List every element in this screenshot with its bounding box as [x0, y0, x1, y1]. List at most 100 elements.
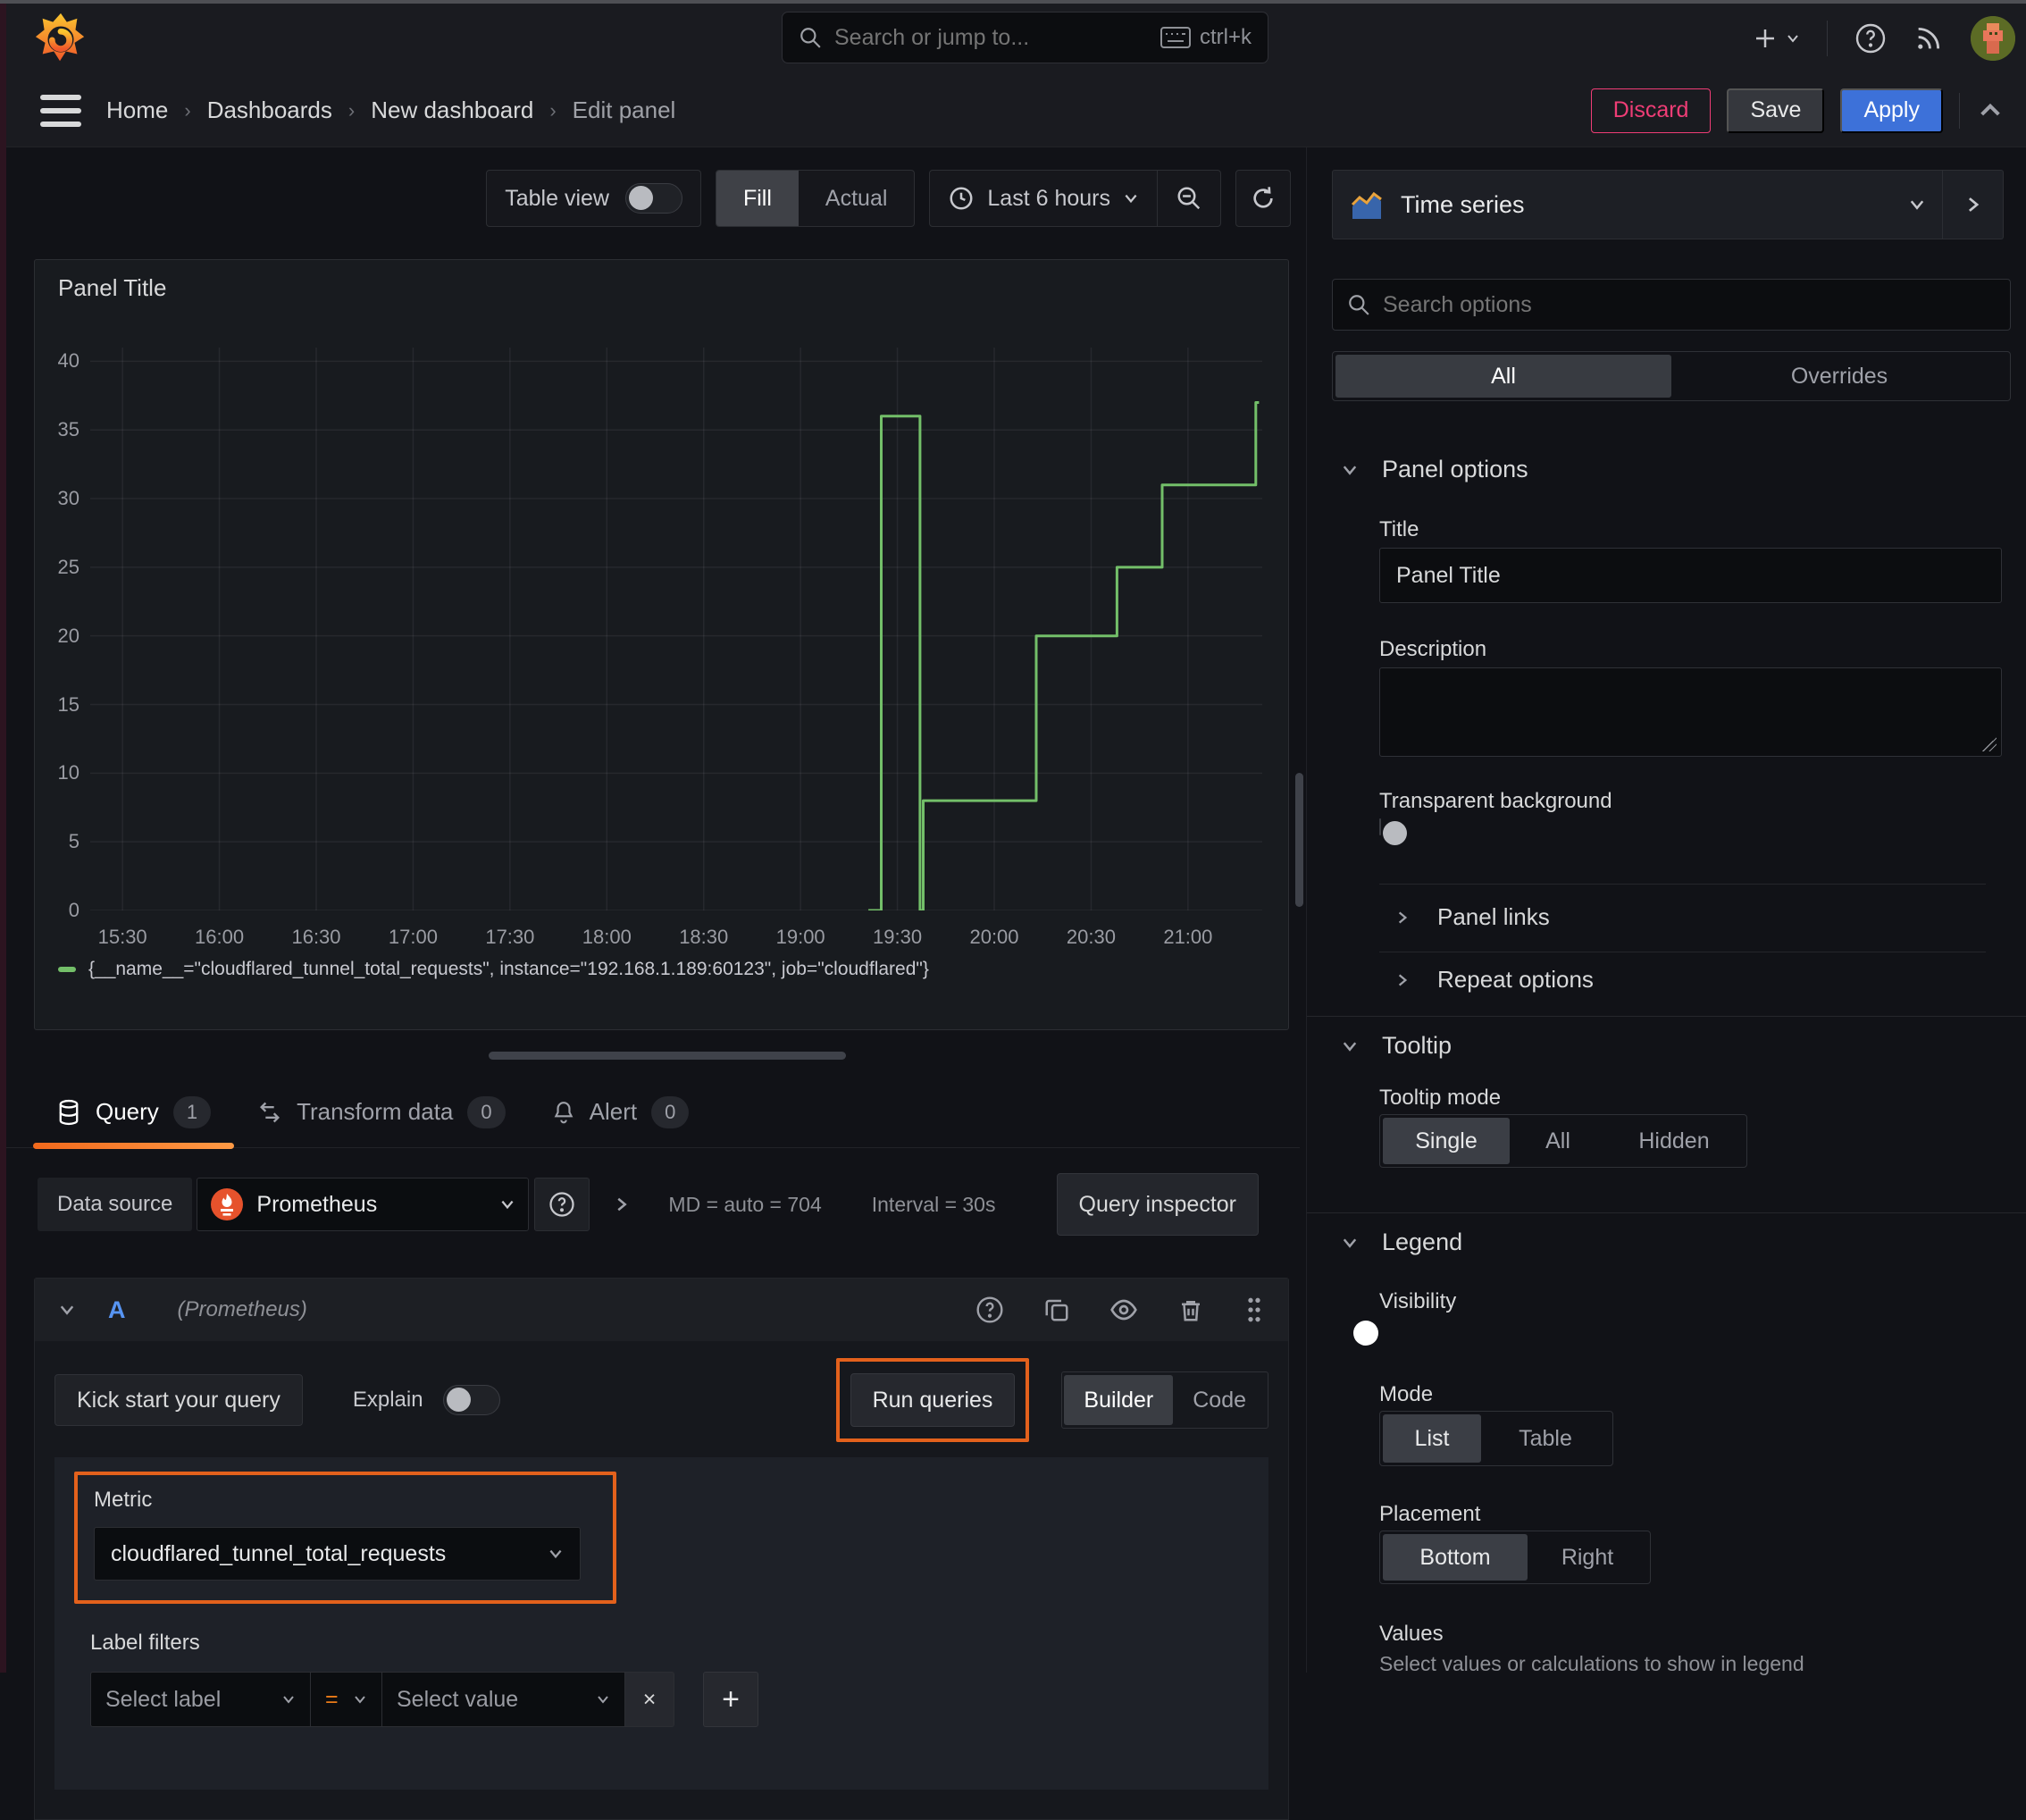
placement-bottom-option[interactable]: Bottom [1383, 1534, 1528, 1581]
select-label-placeholder: Select label [105, 1686, 222, 1712]
builder-option[interactable]: Builder [1064, 1375, 1174, 1425]
description-textarea[interactable] [1379, 667, 2002, 757]
title-field-label: Title [1379, 517, 1419, 541]
explain-toggle[interactable] [442, 1385, 500, 1415]
tab-alert[interactable]: Alert 0 [529, 1077, 713, 1148]
tab-query-label: Query [96, 1098, 159, 1125]
save-button[interactable]: Save [1727, 88, 1825, 133]
metric-label: Metric [94, 1488, 153, 1512]
expand-options-icon[interactable] [613, 1195, 631, 1213]
breadcrumb-home[interactable]: Home [106, 96, 168, 124]
tooltip-mode-label: Tooltip mode [1379, 1086, 1502, 1110]
vertical-scrollbar[interactable] [1295, 773, 1303, 907]
discard-button[interactable]: Discard [1590, 88, 1712, 133]
code-option[interactable]: Code [1173, 1375, 1266, 1425]
remove-filter-button[interactable]: × [625, 1672, 674, 1727]
tab-overrides[interactable]: Overrides [1671, 355, 2007, 398]
table-view-control: Table view [486, 170, 701, 227]
tooltip-hidden-option[interactable]: Hidden [1606, 1118, 1742, 1164]
query-ref-id: A [108, 1296, 126, 1323]
collapse-options-icon[interactable] [1976, 96, 2005, 125]
resize-handle-icon[interactable] [1982, 737, 1997, 751]
chevron-right-icon [1968, 197, 1979, 212]
global-search[interactable]: ctrl+k [782, 12, 1268, 63]
options-search[interactable] [1332, 279, 2011, 331]
chevron-down-icon [1343, 1237, 1357, 1248]
drag-handle-icon[interactable] [1243, 1296, 1265, 1324]
fill-option[interactable]: Fill [716, 171, 799, 226]
delete-query-icon[interactable] [1177, 1296, 1204, 1323]
run-queries-button[interactable]: Run queries [850, 1373, 1016, 1427]
panel-title-input[interactable] [1379, 548, 2002, 603]
metric-picker[interactable]: cloudflared_tunnel_total_requests [94, 1527, 581, 1581]
x-axis-tick: 16:30 [291, 926, 341, 948]
y-axis-tick: 0 [68, 899, 80, 921]
repeat-options-section[interactable]: Repeat options [1394, 966, 1594, 994]
chevron-down-icon [1125, 194, 1137, 204]
add-new-button[interactable] [1752, 25, 1800, 52]
window-left-edge [0, 4, 6, 1673]
query-inspector-button[interactable]: Query inspector [1056, 1173, 1259, 1236]
panel-links-section[interactable]: Panel links [1394, 903, 1550, 931]
breadcrumb-dashboards[interactable]: Dashboards [207, 96, 332, 124]
placement-right-option[interactable]: Right [1528, 1534, 1647, 1581]
breadcrumb-edit-panel: Edit panel [572, 96, 676, 123]
horizontal-scrollbar[interactable] [489, 1052, 846, 1060]
tooltip-single-option[interactable]: Single [1383, 1118, 1510, 1164]
tooltip-mode-switch: Single All Hidden [1379, 1114, 1747, 1168]
x-axis-tick: 16:00 [195, 926, 245, 948]
transparent-bg-toggle[interactable] [1379, 818, 1407, 845]
query-count-badge: 1 [172, 1095, 212, 1128]
options-search-input[interactable] [1383, 291, 1996, 318]
add-filter-button[interactable]: + [703, 1672, 758, 1727]
select-value-placeholder: Select value [397, 1686, 519, 1712]
description-field-label: Description [1379, 637, 1487, 661]
mode-list-option[interactable]: List [1383, 1414, 1481, 1463]
time-series-chart[interactable] [90, 348, 1262, 910]
series-line [868, 401, 1260, 910]
refresh-button[interactable] [1235, 170, 1291, 227]
duplicate-query-icon[interactable] [1043, 1296, 1070, 1323]
legend-section[interactable]: Legend [1341, 1229, 1462, 1256]
mode-table-option[interactable]: Table [1481, 1414, 1610, 1463]
tooltip-all-option[interactable]: All [1510, 1118, 1606, 1164]
datasource-picker[interactable]: Prometheus [197, 1178, 530, 1231]
kick-start-button[interactable]: Kick start your query [54, 1374, 303, 1426]
panel-options-section[interactable]: Panel options [1341, 456, 1528, 483]
breadcrumb-new-dashboard[interactable]: New dashboard [371, 96, 533, 124]
series-color-swatch[interactable] [58, 967, 76, 972]
zoom-out-button[interactable] [1158, 171, 1220, 226]
tab-query[interactable]: Query 1 [33, 1077, 235, 1149]
actual-option[interactable]: Actual [799, 171, 914, 226]
series-label[interactable]: {__name__="cloudflared_tunnel_total_requ… [88, 959, 929, 980]
query-row-header[interactable]: A (Prometheus) [35, 1279, 1288, 1341]
x-axis-tick: 20:30 [1066, 926, 1116, 948]
help-button[interactable] [1854, 22, 1887, 55]
tooltip-section[interactable]: Tooltip [1341, 1032, 1452, 1060]
tab-transform[interactable]: Transform data 0 [234, 1077, 529, 1148]
avatar[interactable] [1971, 16, 2015, 61]
select-value-dropdown[interactable]: Select value [382, 1672, 625, 1727]
chevron-down-icon [1343, 465, 1357, 475]
menu-toggle-button[interactable] [40, 95, 81, 127]
viz-suggestions-button[interactable] [1943, 170, 2004, 239]
visualization-picker[interactable]: Time series [1332, 170, 1943, 239]
query-help-icon[interactable] [975, 1296, 1004, 1324]
table-view-toggle[interactable] [624, 183, 682, 214]
x-axis-tick: 19:00 [775, 926, 825, 948]
toggle-visibility-icon[interactable] [1109, 1296, 1138, 1324]
tab-all[interactable]: All [1335, 355, 1671, 398]
datasource-help-button[interactable] [534, 1178, 590, 1231]
time-range-picker[interactable]: Last 6 hours [930, 171, 1157, 226]
operator-dropdown[interactable]: = [311, 1672, 382, 1727]
news-rss-button[interactable] [1913, 23, 1944, 54]
grafana-logo-icon[interactable] [33, 11, 88, 66]
panel-toolbar: Table view Fill Actual Last 6 hours [486, 170, 1291, 227]
select-label-dropdown[interactable]: Select label [90, 1672, 311, 1727]
panel-title[interactable]: Panel Title [58, 274, 166, 302]
search-input[interactable] [834, 24, 1148, 51]
apply-button[interactable]: Apply [1840, 88, 1943, 133]
breadcrumb-separator: › [549, 98, 557, 122]
shortcut-label: ctrl+k [1199, 25, 1252, 49]
legend-values-label: Values [1379, 1622, 1444, 1646]
